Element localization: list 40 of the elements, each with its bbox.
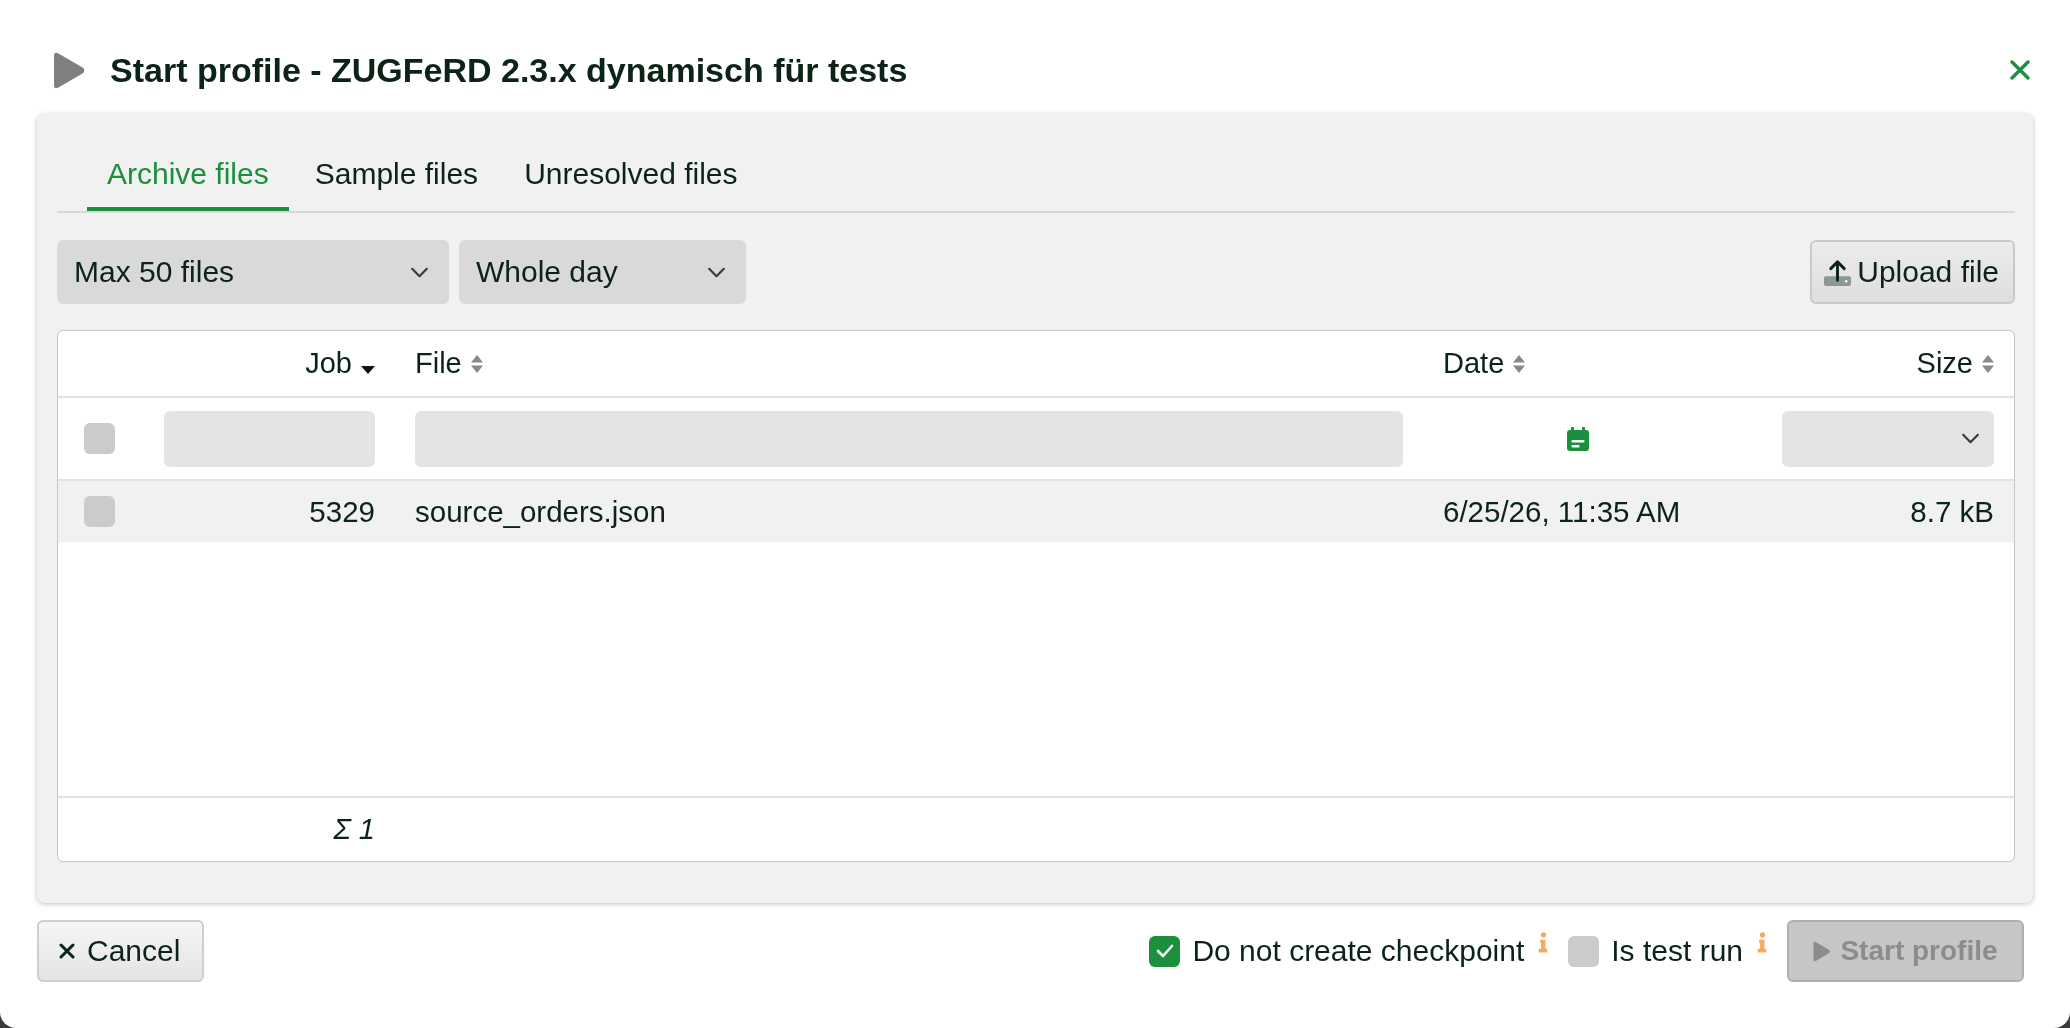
play-icon (53, 51, 85, 89)
tab[interactable]: Archive files (87, 137, 289, 211)
dropdown[interactable]: Whole day (459, 240, 746, 304)
table-cell: 8.7 kB (1910, 494, 1994, 529)
dropdown[interactable]: Max 50 files (57, 240, 449, 304)
row-checkbox[interactable] (84, 496, 115, 527)
column-header[interactable]: Job (305, 347, 375, 380)
close-icon (59, 943, 75, 959)
table-cell: source_orders.json (415, 494, 666, 529)
chevron-icon (410, 266, 429, 278)
close-icon (2010, 60, 2030, 80)
cancel-button[interactable]: Cancel (37, 920, 205, 982)
table-row[interactable]: 5329 source_orders.json 6/25/26, 11:35 AM 8.7 kB (58, 481, 2014, 542)
filter-dropdown[interactable] (1782, 410, 1994, 467)
row-count: Σ 1 (333, 813, 375, 846)
tab[interactable]: Unresolved files (504, 137, 758, 211)
chevron-icon (1961, 433, 1980, 444)
column-header[interactable]: Date (1443, 347, 1526, 380)
table-cell: 6/25/26, 11:35 AM (1443, 494, 1681, 529)
close-button[interactable] (2010, 60, 2030, 80)
chevron-icon (707, 266, 726, 278)
upload-icon (1824, 258, 1852, 286)
filter-field[interactable] (164, 410, 375, 467)
checkbox-label: Is test run (1611, 934, 1743, 968)
checkmark-icon (1155, 944, 1174, 958)
tab[interactable]: Sample files (294, 137, 499, 211)
upload-button[interactable]: Upload file (1810, 240, 2015, 304)
checkbox[interactable] (1568, 935, 1600, 967)
play-icon (1813, 940, 1831, 962)
info-icon[interactable] (1538, 931, 1549, 953)
column-header[interactable]: File (415, 347, 483, 380)
column-header[interactable]: Size (1916, 347, 1994, 380)
table-cell: 5329 (309, 494, 375, 529)
dialog-title: Start profile - ZUGFeRD 2.3.x dynamisch für tests (110, 50, 908, 90)
calendar-icon[interactable] (1566, 426, 1589, 451)
checkbox-label: Do not create checkpoint (1192, 934, 1525, 968)
info-icon[interactable] (1757, 931, 1767, 953)
checkbox[interactable] (1149, 935, 1181, 967)
filter-field[interactable] (415, 410, 1403, 467)
select-all-checkbox[interactable] (84, 423, 115, 454)
